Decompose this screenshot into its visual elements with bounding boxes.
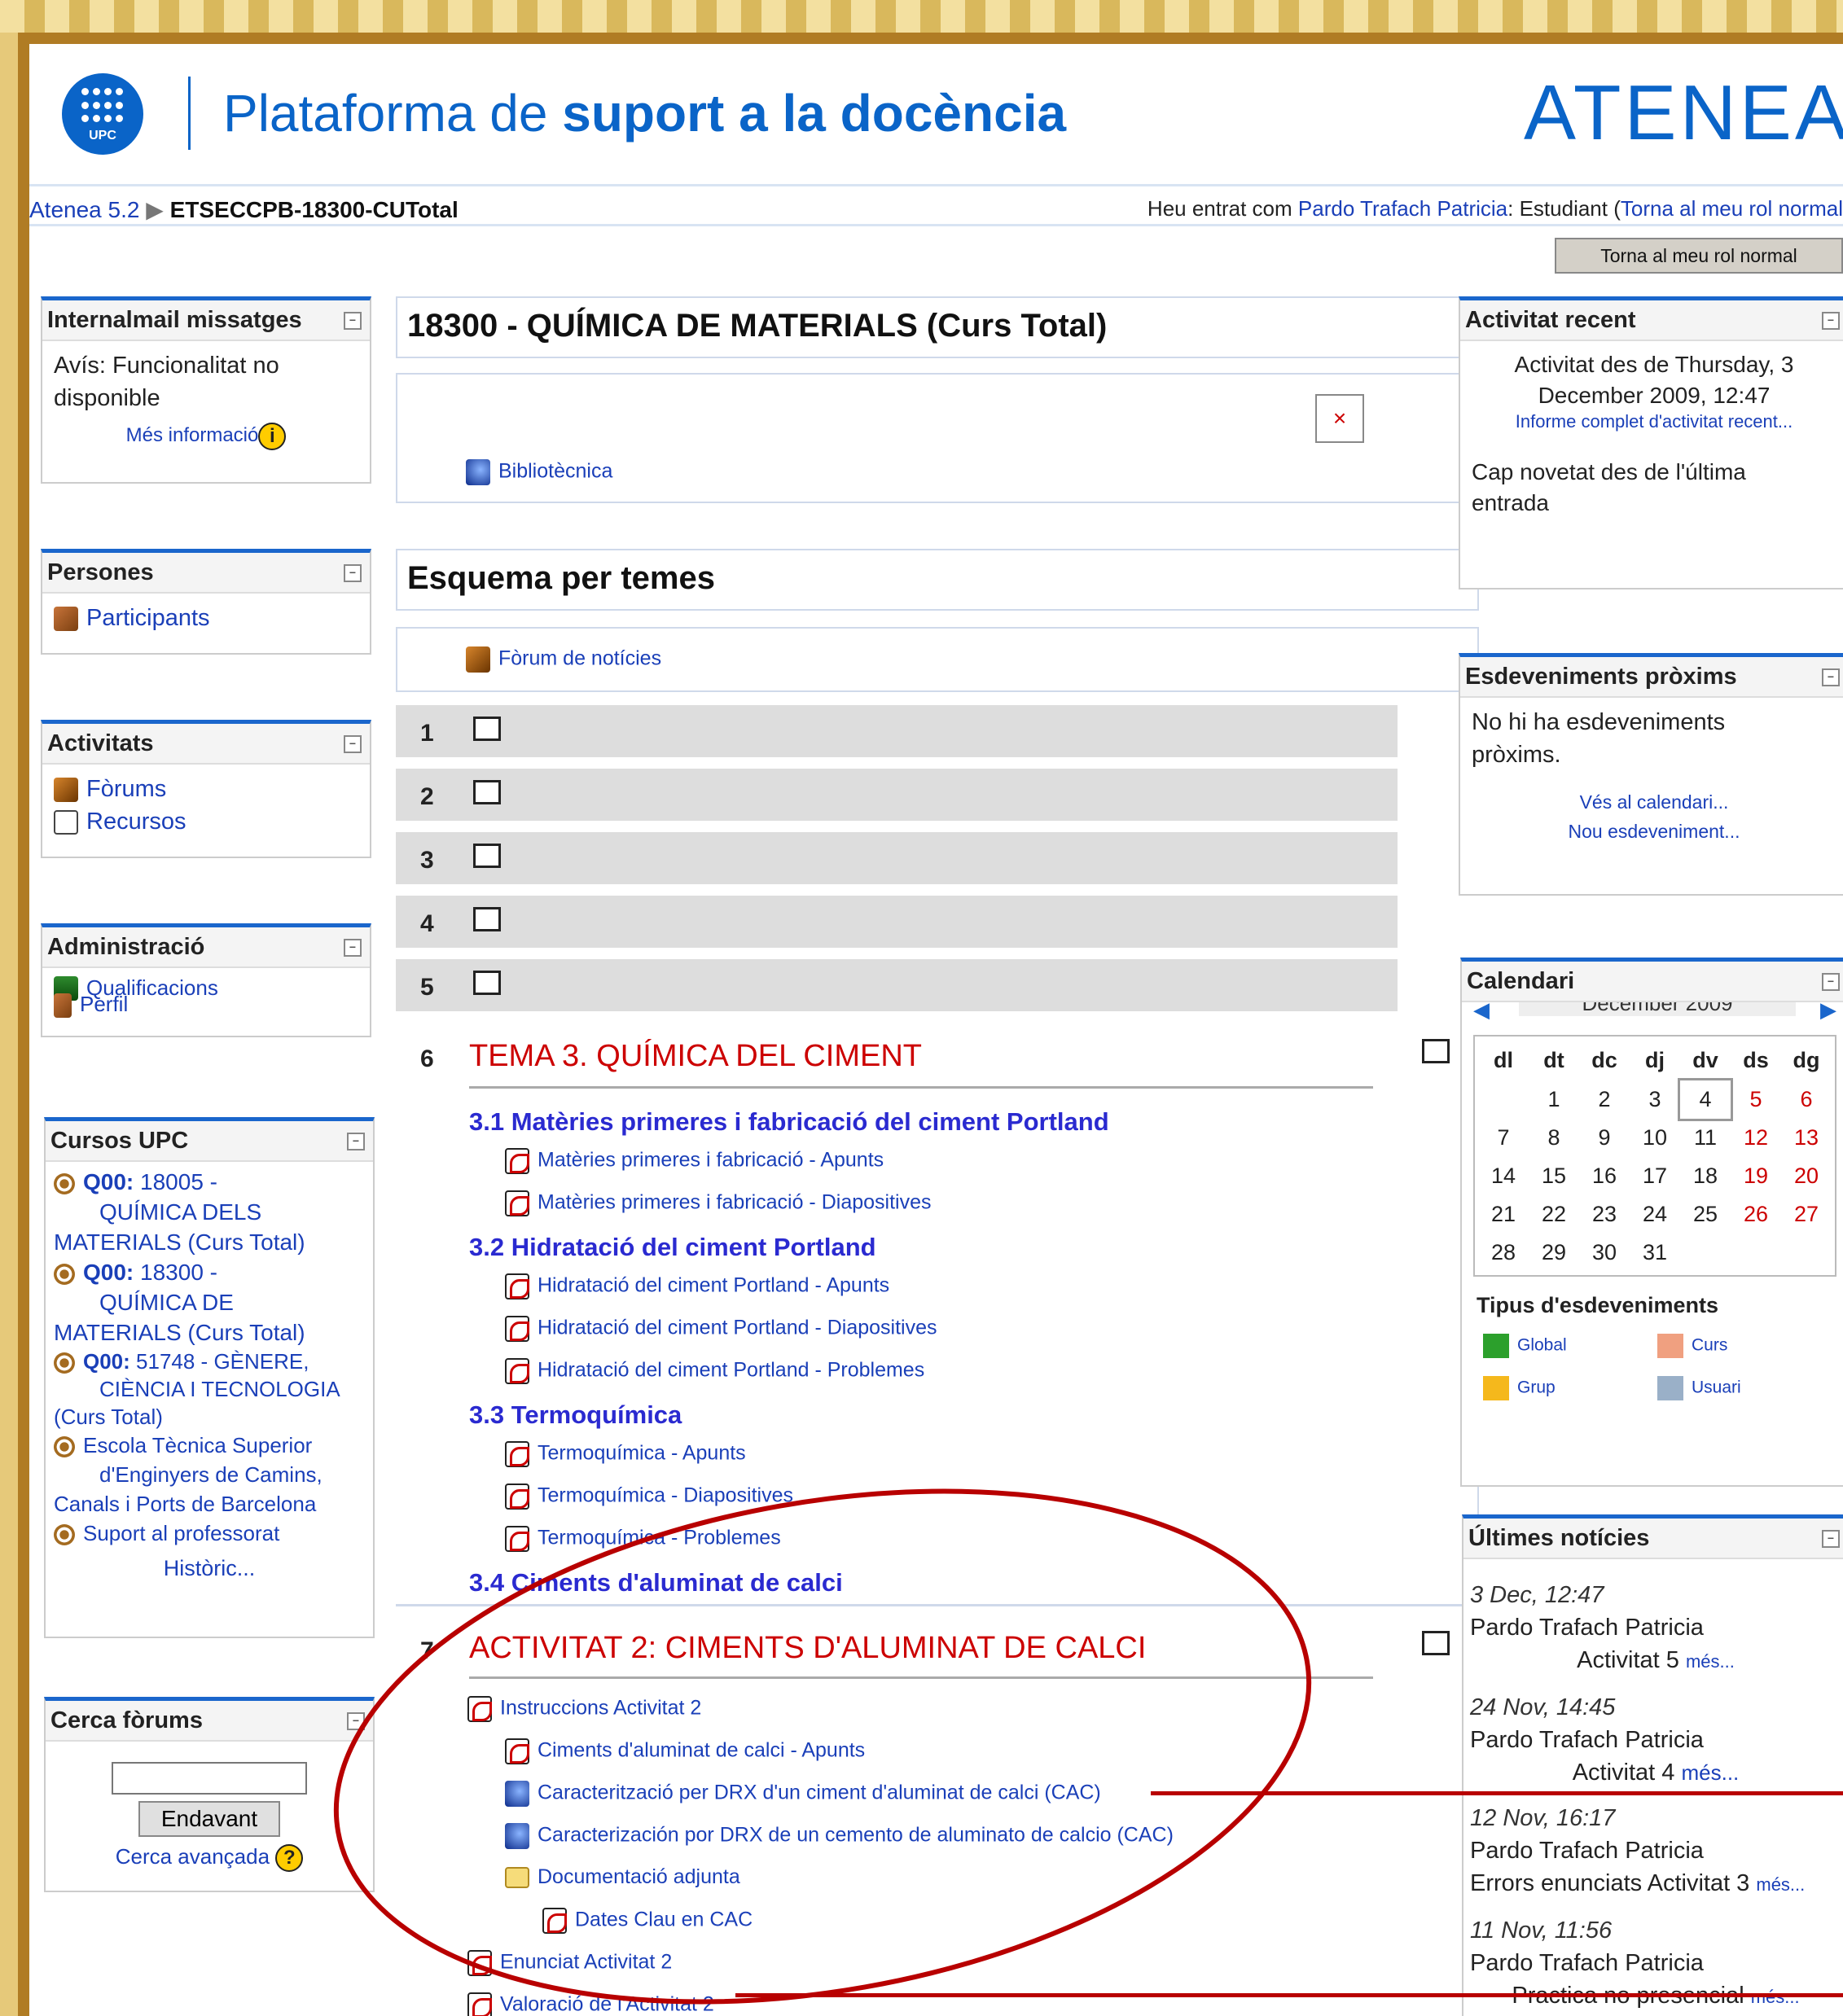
- annotation-line-2: [735, 1993, 1843, 1997]
- annotation-overlay: [333, 1488, 1312, 2005]
- annotation-line-1: [1151, 1791, 1843, 1795]
- annotation-ellipse: [333, 1488, 1312, 2005]
